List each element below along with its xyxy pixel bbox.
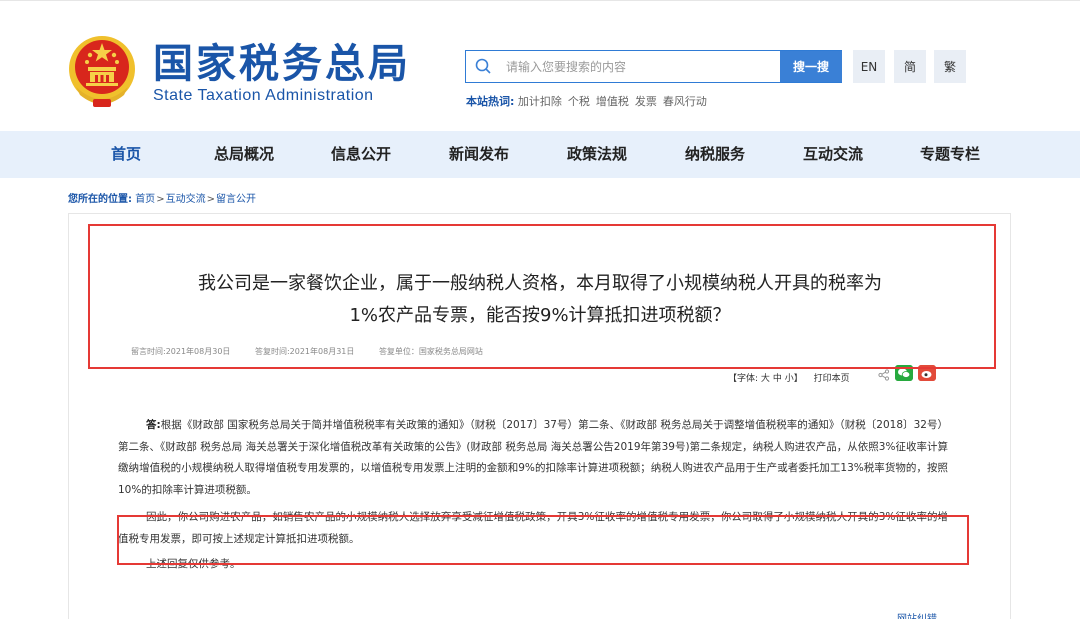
- answer-highlight-box: [117, 515, 969, 565]
- breadcrumb: 您所在的位置: 首页>互动交流>留言公开: [68, 190, 256, 205]
- answer-paragraph-text: 根据《财政部 国家税务总局关于简并增值税税率有关政策的通知》（财税〔2017〕3…: [118, 419, 948, 496]
- nav-item-interaction[interactable]: 互动交流: [803, 131, 863, 178]
- nav-item-policies[interactable]: 政策法规: [567, 131, 627, 178]
- national-emblem-icon: [69, 36, 135, 107]
- hot-keywords: 本站热词: 加计扣除 个税 增值税 发票 春风行动: [466, 93, 713, 109]
- search-icon: [475, 58, 491, 74]
- search-input[interactable]: [506, 55, 776, 79]
- language-traditional-button[interactable]: 繁: [934, 50, 966, 83]
- nav-item-tax-service[interactable]: 纳税服务: [685, 131, 745, 178]
- breadcrumb-label: 您所在的位置:: [68, 194, 132, 205]
- language-simplified-button[interactable]: 简: [894, 50, 926, 83]
- font-size-close: 】: [793, 374, 803, 384]
- breadcrumb-separator: >: [206, 194, 215, 205]
- hot-keyword-link[interactable]: 个税: [568, 95, 590, 108]
- font-size-small-link[interactable]: 小: [785, 374, 794, 384]
- hot-keyword-link[interactable]: 春风行动: [663, 95, 707, 108]
- site-logo-title[interactable]: 国家税务总局: [153, 40, 411, 88]
- site-logo-subtitle[interactable]: State Taxation Administration: [153, 87, 374, 105]
- nav-item-overview[interactable]: 总局概况: [214, 131, 274, 178]
- hot-keyword-link[interactable]: 增值税: [596, 95, 629, 108]
- font-size-medium-link[interactable]: 中: [773, 374, 782, 384]
- nav-item-info-disclosure[interactable]: 信息公开: [331, 131, 391, 178]
- language-en-button[interactable]: EN: [853, 50, 885, 83]
- top-divider: [0, 0, 1080, 1]
- answer-paragraph: 答:根据《财政部 国家税务总局关于简并增值税税率有关政策的通知》（财税〔2017…: [118, 415, 948, 501]
- nav-item-news[interactable]: 新闻发布: [449, 131, 509, 178]
- hot-keywords-label: 本站热词:: [466, 95, 515, 108]
- article-tools: 【字体: 大 中 小】 打印本页: [728, 371, 850, 384]
- hot-keyword-link[interactable]: 加计扣除: [518, 95, 562, 108]
- error-report-link[interactable]: 网站纠错: [897, 610, 937, 619]
- search-button[interactable]: 搜一搜: [780, 51, 842, 82]
- print-link[interactable]: 打印本页: [814, 374, 850, 384]
- hot-keyword-link[interactable]: 发票: [635, 95, 657, 108]
- search-bar: 搜一搜: [465, 50, 842, 83]
- main-nav: 首页 总局概况 信息公开 新闻发布 政策法规 纳税服务 互动交流 专题专栏: [0, 131, 1080, 178]
- nav-item-special-topics[interactable]: 专题专栏: [920, 131, 980, 178]
- answer-lead: 答:: [146, 419, 161, 431]
- font-size-large-link[interactable]: 大: [761, 374, 770, 384]
- breadcrumb-item-home[interactable]: 首页: [135, 194, 155, 205]
- question-highlight-box: [88, 224, 996, 369]
- share-icon[interactable]: [878, 369, 890, 381]
- font-size-label: 【字体:: [728, 374, 759, 384]
- breadcrumb-item-interaction[interactable]: 互动交流: [166, 194, 206, 205]
- breadcrumb-item-messages[interactable]: 留言公开: [216, 194, 256, 205]
- breadcrumb-separator: >: [156, 194, 165, 205]
- nav-item-home[interactable]: 首页: [111, 131, 141, 178]
